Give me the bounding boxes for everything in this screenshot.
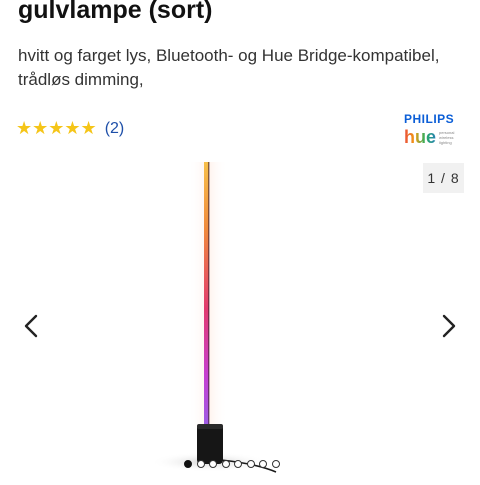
product-rating: ★★★★★ (2)	[16, 118, 124, 139]
brand-logo[interactable]: PHILIPS hue personal wireless lighting	[404, 112, 464, 146]
rating-stars-icon: ★★★★★	[16, 118, 97, 138]
pagination-dot[interactable]	[259, 460, 267, 468]
lamp-base	[197, 424, 223, 464]
review-count-link[interactable]: (2)	[105, 120, 125, 138]
sub-brand-name: hue	[404, 127, 437, 147]
pagination-dot[interactable]	[221, 460, 230, 468]
pagination-dot[interactable]	[196, 460, 205, 468]
product-subtitle: hvitt og farget lys, Bluetooth- og Hue B…	[18, 46, 440, 89]
product-title: gulvlampe (sort)	[18, 0, 213, 24]
chevron-right-icon	[442, 314, 456, 338]
image-counter: 1 / 8	[423, 163, 464, 193]
product-image	[150, 162, 277, 473]
pagination-dot[interactable]	[184, 460, 192, 468]
pagination-dot[interactable]	[246, 460, 255, 468]
pagination-dot[interactable]	[234, 460, 242, 468]
previous-image-button[interactable]	[18, 312, 46, 340]
brand-name: PHILIPS	[404, 112, 455, 126]
chevron-left-icon	[24, 314, 38, 338]
next-image-button[interactable]	[434, 312, 462, 340]
pagination-dot[interactable]	[209, 460, 217, 468]
image-pagination-dots	[184, 460, 284, 468]
pagination-dot[interactable]	[271, 460, 280, 468]
product-image-gallery[interactable]	[0, 160, 480, 480]
brand-tagline: personal wireless lighting	[439, 129, 455, 145]
